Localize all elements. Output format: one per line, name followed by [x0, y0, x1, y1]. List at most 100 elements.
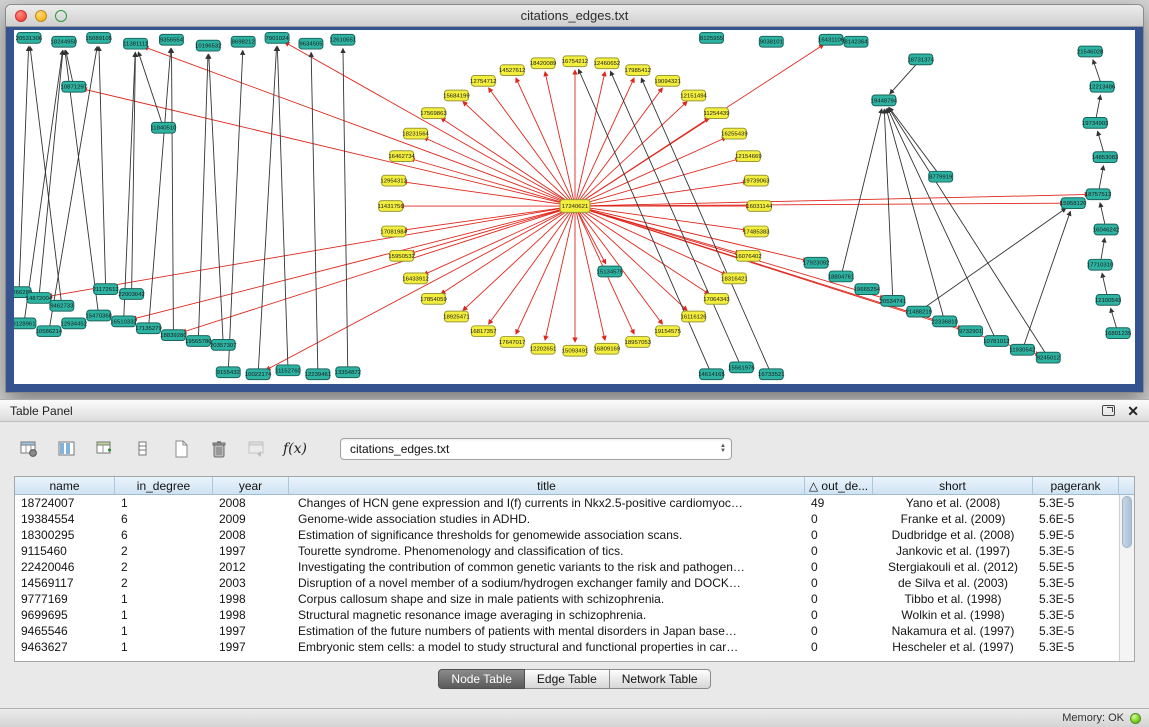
network-node[interactable]: 17064343 [703, 294, 730, 305]
network-node[interactable]: 16817357 [470, 326, 497, 337]
float-panel-icon[interactable] [1102, 405, 1115, 416]
network-node[interactable]: 19739063 [743, 175, 770, 186]
network-node[interactable]: 21488219 [906, 306, 933, 317]
zoom-window-button[interactable] [55, 10, 67, 22]
network-node[interactable]: 16801235 [1105, 328, 1132, 339]
column-header-title[interactable]: title [289, 477, 805, 494]
network-node[interactable]: 14527612 [499, 65, 526, 76]
network-node[interactable]: 11152760 [275, 365, 301, 376]
network-node[interactable]: 12754712 [470, 75, 497, 86]
network-node[interactable]: 14614165 [698, 369, 725, 380]
network-node[interactable]: 10781012 [983, 336, 1010, 347]
network-node[interactable]: 18420089 [530, 58, 557, 69]
window-titlebar[interactable]: citations_edges.txt [6, 5, 1143, 27]
network-node[interactable]: 18731374 [908, 54, 935, 65]
network-node[interactable]: 16255439 [721, 128, 748, 139]
network-node[interactable]: 22003042 [118, 289, 145, 300]
network-node[interactable]: 12151494 [680, 90, 707, 101]
network-node[interactable]: 19565780 [185, 336, 212, 347]
network-node[interactable]: 19734903 [1082, 118, 1109, 129]
network-node[interactable]: 13354872 [335, 367, 362, 378]
row-options-icon[interactable] [128, 437, 158, 461]
network-node[interactable]: 12100543 [1095, 295, 1122, 306]
network-node[interactable]: 9634505 [299, 38, 323, 49]
network-node[interactable]: 10586214 [36, 326, 63, 337]
network-node[interactable]: 22336810 [931, 316, 958, 327]
column-header-in_degree[interactable]: in_degree [115, 477, 213, 494]
close-panel-icon[interactable]: ✕ [1127, 405, 1139, 417]
vertical-scrollbar[interactable] [1119, 495, 1134, 661]
network-node[interactable]: 15093491 [562, 345, 589, 356]
show-table-settings-icon[interactable] [14, 437, 44, 461]
network-node[interactable]: 16076402 [735, 251, 762, 262]
network-node[interactable]: 19154575 [654, 326, 681, 337]
table-row[interactable]: 1938455462009Genome-wide association stu… [15, 511, 1119, 527]
column-header-year[interactable]: year [213, 477, 289, 494]
create-column-icon[interactable] [90, 437, 120, 461]
network-node[interactable]: 12954312 [380, 175, 407, 186]
network-node[interactable]: 17240621 [560, 200, 590, 213]
network-node[interactable]: 21546028 [1077, 46, 1104, 57]
network-node[interactable]: 19094321 [654, 75, 681, 86]
network-node[interactable]: 14872004 [26, 293, 53, 304]
network-node[interactable]: 9155432 [216, 367, 240, 378]
network-node[interactable]: 18231564 [402, 128, 429, 139]
network-node[interactable]: 8779919 [929, 171, 953, 182]
tab-edge-table[interactable]: Edge Table [525, 669, 610, 689]
table-row[interactable]: 946362711997Embryonic stem cells: a mode… [15, 639, 1119, 655]
network-node[interactable]: 18757513 [1085, 189, 1112, 200]
column-header-pagerank[interactable]: pagerank [1033, 477, 1119, 494]
import-table-icon[interactable] [242, 437, 272, 461]
network-node[interactable]: 20357307 [210, 340, 237, 351]
network-node[interactable]: 17985412 [625, 65, 652, 76]
network-node[interactable]: 15089105 [85, 32, 112, 43]
table-row[interactable]: 911546021997Tourette syndrome. Phenomeno… [15, 543, 1119, 559]
table-row[interactable]: 946554611997Estimation of the future num… [15, 623, 1119, 639]
new-table-icon[interactable] [166, 437, 196, 461]
network-node[interactable]: 16809169 [594, 343, 621, 354]
network-node[interactable]: 18804761 [828, 271, 855, 282]
network-node[interactable]: 18925471 [443, 311, 470, 322]
table-row[interactable]: 969969511998Structural magnetic resonanc… [15, 607, 1119, 623]
network-node[interactable]: 16733521 [758, 369, 785, 380]
network-node[interactable]: 16431106 [818, 34, 845, 45]
table-row[interactable]: 977716911998Corpus callosum shape and si… [15, 591, 1119, 607]
network-node[interactable]: 8125955 [700, 32, 724, 43]
network-node[interactable]: 9245012 [1036, 352, 1060, 363]
network-node[interactable]: 16433912 [402, 273, 429, 284]
network-node[interactable]: 17923092 [803, 257, 830, 268]
network-node[interactable]: 11254439 [703, 108, 729, 119]
network-node[interactable]: 12460652 [594, 58, 621, 69]
network-node[interactable]: 15470368 [85, 310, 112, 321]
network-node[interactable]: 15684199 [443, 90, 470, 101]
network-node[interactable]: 9038101 [759, 36, 783, 47]
network-node[interactable]: 7901024 [265, 32, 289, 43]
network-node[interactable]: 11840510 [150, 122, 177, 133]
network-node[interactable]: 11930542 [1009, 344, 1035, 355]
network-node[interactable]: 18839280 [160, 330, 187, 341]
network-node[interactable]: 15561976 [728, 362, 755, 373]
network-node[interactable]: 19448794 [871, 95, 898, 106]
network-node[interactable]: 8128961 [14, 318, 36, 329]
network-node[interactable]: 16462734 [388, 151, 415, 162]
network-node[interactable]: 9356554 [159, 34, 183, 45]
network-node[interactable]: 12934452 [61, 318, 88, 329]
function-builder-icon[interactable]: f(x) [280, 437, 310, 461]
network-node[interactable]: 20531306 [16, 32, 43, 43]
network-node[interactable]: 9462733 [50, 300, 74, 311]
network-node[interactable]: 17569863 [420, 108, 447, 119]
network-node[interactable]: 12239461 [305, 369, 332, 380]
network-canvas[interactable]: 1724062116031144174853831607640218316421… [14, 30, 1135, 384]
network-node[interactable]: 17854059 [420, 294, 447, 305]
network-node[interactable]: 9732901 [959, 326, 983, 337]
network-node[interactable]: 19665254 [854, 284, 881, 295]
table-row[interactable]: 1830029562008Estimation of significance … [15, 527, 1119, 543]
network-node[interactable]: 16046242 [1093, 224, 1120, 235]
network-node[interactable]: 10871297 [61, 81, 88, 92]
network-node[interactable]: 17647017 [499, 337, 526, 348]
network-node[interactable]: 11381111 [123, 38, 148, 49]
network-node[interactable]: 18316421 [721, 273, 748, 284]
network-node[interactable]: 10196532 [195, 40, 222, 51]
table-row[interactable]: 2242004622012Investigating the contribut… [15, 559, 1119, 575]
network-node[interactable]: 14853083 [1092, 152, 1119, 163]
